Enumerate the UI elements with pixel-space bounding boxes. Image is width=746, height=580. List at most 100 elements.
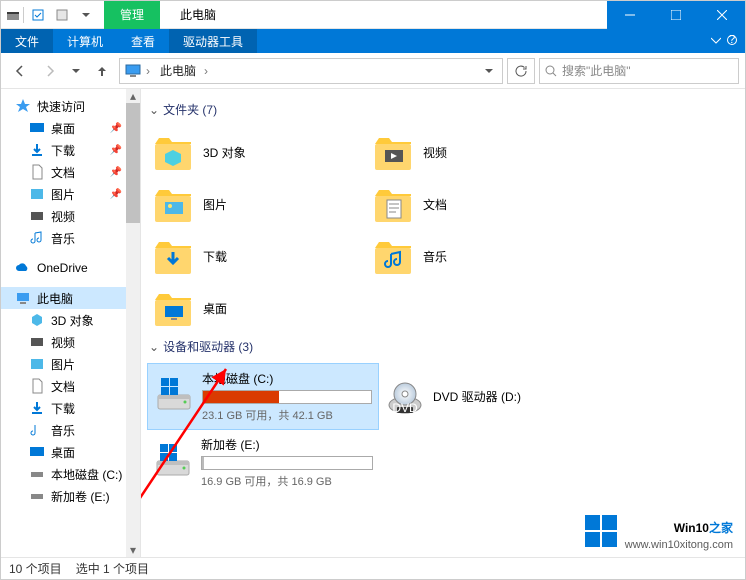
- folder-label: 桌面: [203, 300, 227, 317]
- close-button[interactable]: [699, 1, 745, 29]
- music-icon: [29, 230, 45, 246]
- sidebar-onedrive[interactable]: OneDrive: [1, 257, 140, 279]
- music-icon: [29, 422, 45, 438]
- breadcrumb-this-pc[interactable]: 此电脑: [154, 62, 200, 79]
- sidebar-item-pictures[interactable]: 图片📌: [1, 183, 140, 205]
- sidebar-item-3d[interactable]: 3D 对象: [1, 309, 140, 331]
- contextual-tab-manage[interactable]: 管理: [104, 1, 160, 29]
- group-header-folders[interactable]: ⌄ 文件夹 (7): [149, 101, 739, 118]
- folder-item[interactable]: 3D 对象: [147, 126, 367, 178]
- sidebar-item-label: 文档: [51, 164, 75, 181]
- folder-item[interactable]: 桌面: [147, 282, 367, 334]
- desktop-icon: [29, 444, 45, 460]
- sidebar-item-label: 桌面: [51, 444, 75, 461]
- drive-usage-text: 16.9 GB 可用，共 16.9 GB: [201, 473, 373, 489]
- folder-item[interactable]: 下载: [147, 230, 367, 282]
- document-icon: [29, 378, 45, 394]
- qa-dropdown-icon[interactable]: [74, 3, 98, 27]
- address-dropdown[interactable]: [478, 67, 500, 75]
- sidebar-item-desktop[interactable]: 桌面📌: [1, 117, 140, 139]
- folder-icon: [371, 234, 415, 278]
- pc-icon: [15, 290, 31, 306]
- sidebar-item-label: 新加卷 (E:): [51, 488, 110, 505]
- recent-dropdown[interactable]: [67, 58, 85, 84]
- address-bar[interactable]: › 此电脑 ›: [119, 58, 503, 84]
- drive-label: 新加卷 (E:): [201, 436, 373, 453]
- drive-icon: [29, 466, 45, 482]
- help-icon[interactable]: ?: [727, 34, 737, 48]
- video-icon: [29, 334, 45, 350]
- minimize-button[interactable]: [607, 1, 653, 29]
- ribbon-collapse-icon[interactable]: [711, 34, 721, 48]
- sidebar-item-documents[interactable]: 文档: [1, 375, 140, 397]
- up-button[interactable]: [89, 58, 115, 84]
- group-label: 文件夹 (7): [163, 101, 217, 118]
- tab-drive-tools[interactable]: 驱动器工具: [169, 29, 257, 53]
- app-icon: [5, 7, 21, 23]
- sidebar-this-pc[interactable]: 此电脑: [1, 287, 140, 309]
- sidebar-item-music[interactable]: 音乐: [1, 227, 140, 249]
- sidebar-item-downloads[interactable]: 下载📌: [1, 139, 140, 161]
- folder-item[interactable]: 音乐: [367, 230, 587, 282]
- sidebar-item-drive-c[interactable]: 本地磁盘 (C:): [1, 463, 140, 485]
- scroll-up-icon[interactable]: ▴: [126, 89, 140, 103]
- group-header-drives[interactable]: ⌄ 设备和驱动器 (3): [149, 338, 739, 355]
- back-button[interactable]: [7, 58, 33, 84]
- pin-icon: 📌: [110, 123, 122, 134]
- chevron-right-icon[interactable]: ›: [204, 64, 208, 78]
- drive-icon: [153, 443, 193, 483]
- folder-icon: [151, 234, 195, 278]
- sidebar-item-label: 下载: [51, 400, 75, 417]
- folder-icon: [371, 130, 415, 174]
- folder-item[interactable]: 视频: [367, 126, 587, 178]
- sidebar-item-desktop[interactable]: 桌面: [1, 441, 140, 463]
- search-input[interactable]: 搜索"此电脑": [539, 58, 739, 84]
- sidebar-item-label: 文档: [51, 378, 75, 395]
- scrollbar-thumb[interactable]: [126, 103, 140, 223]
- scroll-down-icon[interactable]: ▾: [126, 543, 140, 557]
- ribbon-tabs: 文件 计算机 查看 驱动器工具 ?: [1, 29, 745, 53]
- title-bar: 管理 此电脑: [1, 1, 745, 29]
- maximize-button[interactable]: [653, 1, 699, 29]
- forward-button[interactable]: [37, 58, 63, 84]
- file-tab[interactable]: 文件: [1, 29, 53, 53]
- sidebar-quick-access[interactable]: 快速访问: [1, 95, 140, 117]
- sidebar-item-pictures[interactable]: 图片: [1, 353, 140, 375]
- sidebar-item-music[interactable]: 音乐: [1, 419, 140, 441]
- cube-icon: [29, 312, 45, 328]
- folder-icon: [371, 182, 415, 226]
- pictures-icon: [29, 356, 45, 372]
- cloud-icon: [15, 260, 31, 276]
- chevron-down-icon: ⌄: [149, 103, 159, 117]
- sidebar-item-drive-e[interactable]: 新加卷 (E:): [1, 485, 140, 507]
- tab-computer[interactable]: 计算机: [53, 29, 117, 53]
- drive-item[interactable]: DVDDVD 驱动器 (D:): [379, 363, 611, 430]
- drive-usage-bar: [201, 456, 373, 470]
- tab-view[interactable]: 查看: [117, 29, 169, 53]
- drive-item[interactable]: 新加卷 (E:) 16.9 GB 可用，共 16.9 GB: [147, 430, 379, 495]
- folder-icon: [151, 182, 195, 226]
- sidebar-item-videos[interactable]: 视频: [1, 205, 140, 227]
- sidebar-item-documents[interactable]: 文档📌: [1, 161, 140, 183]
- pin-icon: 📌: [110, 145, 122, 156]
- sidebar-item-label: 视频: [51, 208, 75, 225]
- sidebar-item-label: 音乐: [51, 422, 75, 439]
- qa-properties-icon[interactable]: [50, 3, 74, 27]
- chevron-down-icon: ⌄: [149, 340, 159, 354]
- sidebar-item-label: 快速访问: [37, 98, 85, 115]
- refresh-button[interactable]: [507, 58, 535, 84]
- status-bar: 10 个项目 选中 1 个项目: [1, 557, 745, 579]
- qa-checkbox-icon[interactable]: [26, 3, 50, 27]
- status-selected: 选中 1 个项目: [76, 560, 149, 577]
- folder-item[interactable]: 图片: [147, 178, 367, 230]
- window-title: 此电脑: [180, 6, 216, 23]
- drive-icon: [29, 488, 45, 504]
- chevron-right-icon[interactable]: ›: [146, 64, 150, 78]
- sidebar-item-downloads[interactable]: 下载: [1, 397, 140, 419]
- sidebar-scrollbar[interactable]: ▴ ▾: [126, 89, 140, 557]
- folder-item[interactable]: 文档: [367, 178, 587, 230]
- drive-item[interactable]: 本地磁盘 (C:)23.1 GB 可用，共 42.1 GB: [147, 363, 379, 430]
- sidebar-item-videos[interactable]: 视频: [1, 331, 140, 353]
- folder-icon: [151, 130, 195, 174]
- drive-usage-bar: [202, 390, 372, 404]
